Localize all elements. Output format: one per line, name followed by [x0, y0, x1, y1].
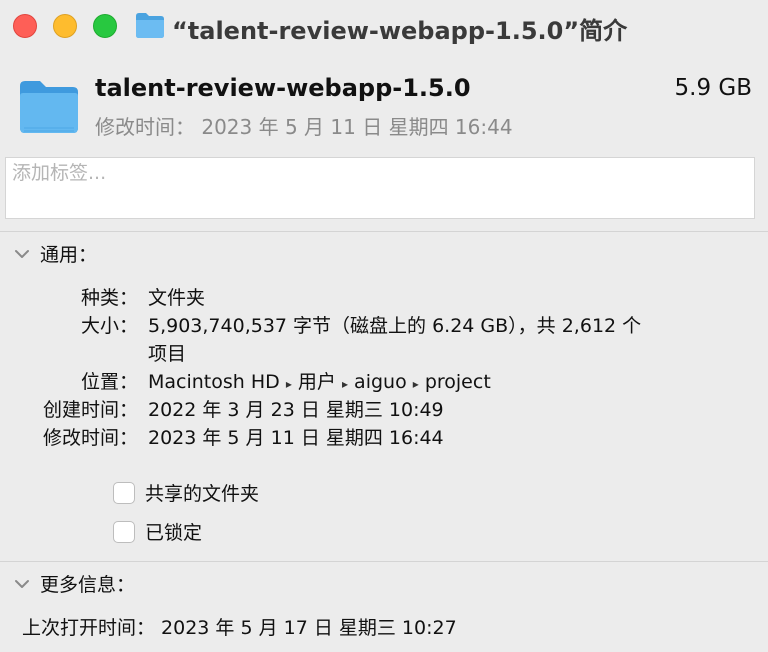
folder-icon	[20, 81, 78, 133]
minimize-button[interactable]	[53, 14, 77, 38]
title-bar: “talent-review-webapp-1.5.0”简介	[0, 0, 768, 52]
tags-input[interactable]	[6, 158, 754, 188]
kind-value: 文件夹	[148, 287, 206, 309]
more-info-section-header[interactable]: 更多信息：	[12, 570, 135, 597]
path-item[interactable]: project	[425, 371, 491, 393]
general-section-header[interactable]: 通用：	[12, 240, 97, 267]
size-label: 大小：	[80, 315, 138, 337]
size-value-continued: 项目	[148, 343, 187, 365]
path-item[interactable]: 用户	[298, 371, 336, 393]
chevron-down-icon[interactable]	[12, 574, 32, 594]
chevron-down-icon[interactable]	[12, 244, 32, 264]
file-name: talent-review-webapp-1.5.0	[95, 74, 471, 102]
modified-label: 修改时间：	[42, 427, 138, 449]
header-modified-date: 修改时间： 2023 年 5 月 11 日 星期四 16:44	[95, 115, 513, 139]
last-opened: 上次打开时间： 2023 年 5 月 17 日 星期三 10:27	[22, 617, 457, 639]
folder-icon	[136, 13, 164, 38]
path-separator-icon: ▸	[341, 377, 348, 391]
tags-field-container	[5, 157, 755, 219]
size-value: 5,903,740,537 字节（磁盘上的 6.24 GB），共 2,612 个	[148, 315, 642, 337]
path-separator-icon: ▸	[412, 377, 419, 391]
close-button[interactable]	[13, 14, 37, 38]
shared-folder-option[interactable]: 共享的文件夹	[113, 479, 259, 506]
path-item[interactable]: aiguo	[354, 371, 407, 393]
divider	[0, 231, 768, 232]
path-separator-icon: ▸	[285, 377, 292, 391]
where-path: Macintosh HD ▸ 用户 ▸ aiguo ▸ project	[148, 367, 491, 394]
created-label: 创建时间：	[42, 399, 138, 421]
locked-checkbox[interactable]	[113, 520, 135, 543]
more-info-section-label: 更多信息：	[40, 574, 136, 596]
locked-label: 已锁定	[145, 522, 203, 544]
path-item[interactable]: Macintosh HD	[148, 371, 280, 393]
created-value: 2022 年 3 月 23 日 星期三 10:49	[148, 399, 444, 421]
window-title: “talent-review-webapp-1.5.0”简介	[172, 17, 628, 45]
divider	[0, 561, 768, 562]
shared-folder-checkbox[interactable]	[113, 481, 135, 504]
maximize-button[interactable]	[93, 14, 117, 38]
modified-value: 2023 年 5 月 11 日 星期四 16:44	[148, 427, 444, 449]
where-label: 位置：	[80, 371, 138, 393]
shared-folder-label: 共享的文件夹	[145, 483, 260, 505]
general-section-label: 通用：	[40, 244, 98, 266]
locked-option[interactable]: 已锁定	[113, 518, 202, 545]
file-size: 5.9 GB	[674, 75, 753, 101]
kind-label: 种类：	[80, 287, 138, 309]
